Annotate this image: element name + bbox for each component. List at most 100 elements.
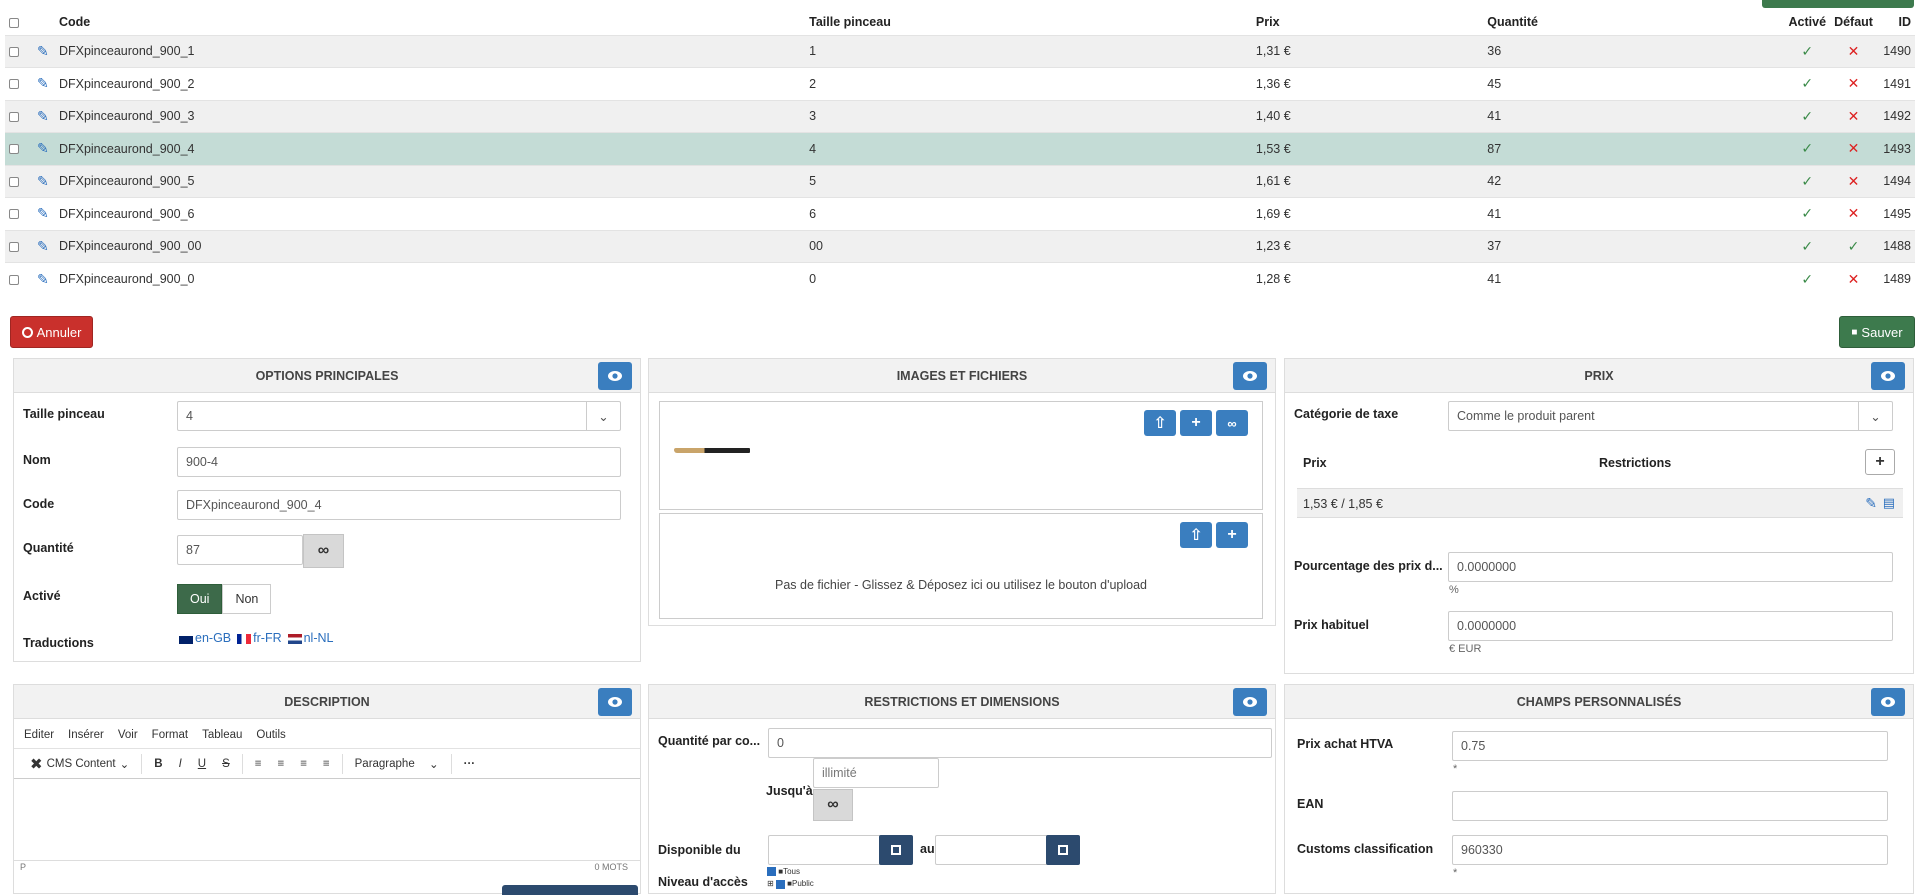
underline-button[interactable]: U [190,749,214,778]
edit-pencil-icon[interactable]: ✎ [37,43,49,59]
translation-nl[interactable]: nl-NL [287,630,333,645]
translation-fr[interactable]: fr-FR [237,630,282,645]
col-defaut[interactable]: Défaut [1830,10,1877,35]
qte-input[interactable]: 0 [768,728,1272,758]
active-check-icon[interactable]: ✓ [1801,108,1813,124]
col-id[interactable]: ID [1877,10,1915,35]
editor-body[interactable] [14,780,640,860]
not-default-x-icon[interactable]: ✕ [1848,271,1860,287]
edit-pencil-icon[interactable]: ✎ [37,140,49,156]
not-default-x-icon[interactable]: ✕ [1848,205,1860,221]
delete-price-icon[interactable]: ▤ [1883,495,1895,511]
paragraph-dropdown[interactable]: Paragraphe ⌄ [347,749,447,778]
toggle-editor-button[interactable] [502,885,638,895]
ean-input[interactable] [1452,791,1888,821]
row-checkbox[interactable] [9,144,19,155]
align-justify-icon[interactable]: ≡ [315,749,338,778]
edit-pencil-icon[interactable]: ✎ [37,205,49,221]
brush-thumbnail[interactable] [674,448,750,453]
col-active[interactable]: Activé [1785,10,1831,35]
table-row[interactable]: ✎ DFXpinceaurond_900_5 5 1,61 €42 ✓ ✕ 1494 [5,164,1915,198]
edit-pencil-icon[interactable]: ✎ [37,108,49,124]
sauver-button[interactable]: ■ Sauver [1839,316,1915,348]
jusqua-infinity-button[interactable]: ∞ [813,789,853,821]
non-button[interactable]: Non [222,584,272,614]
pct-input[interactable]: 0.0000000 [1448,552,1893,582]
menu-format[interactable]: Format [152,729,188,741]
menu-voir[interactable]: Voir [118,729,138,741]
table-row[interactable]: ✎ DFXpinceaurond_900_6 6 1,69 €41 ✓ ✕ 1495 [5,197,1915,230]
more-icon[interactable]: ··· [456,749,484,778]
habituel-input[interactable]: 0.0000000 [1448,611,1893,641]
dispo-to-input[interactable] [935,835,1049,865]
calendar-from-button[interactable] [879,835,913,865]
infinity-button[interactable]: ∞ [303,534,344,568]
tree-item-public[interactable]: ⊞ ■Public [767,879,814,889]
menu-editer[interactable]: Editer [24,729,54,741]
edit-pencil-icon[interactable]: ✎ [37,271,49,287]
not-default-x-icon[interactable]: ✕ [1848,140,1860,156]
edit-pencil-icon[interactable]: ✎ [37,238,49,254]
upload-file-button[interactable]: ⇧ [1180,522,1212,548]
restrictions-eye-button[interactable] [1233,688,1267,716]
bold-button[interactable]: B [146,749,170,778]
add-file-button[interactable]: + [1216,522,1248,548]
customs-input[interactable]: 960330 [1452,835,1888,865]
description-eye-button[interactable] [598,688,632,716]
annuler-button[interactable]: Annuler [10,316,93,348]
col-taille[interactable]: Taille pinceau [805,10,1252,35]
tax-select[interactable]: Comme le produit parent ⌄ [1448,401,1893,431]
row-checkbox[interactable] [9,176,19,187]
taille-select[interactable]: 4 ⌄ [177,401,621,431]
options-eye-button[interactable] [598,362,632,390]
row-checkbox[interactable] [9,111,19,122]
active-check-icon[interactable]: ✓ [1801,75,1813,91]
not-default-x-icon[interactable]: ✕ [1848,43,1860,59]
jusqua-input[interactable]: illimité [813,758,939,788]
col-prix[interactable]: Prix [1252,10,1483,35]
oui-button[interactable]: Oui [177,584,223,614]
row-checkbox[interactable] [9,241,19,252]
row-checkbox[interactable] [9,46,19,57]
table-row[interactable]: ✎ DFXpinceaurond_900_1 1 1,31 €36 ✓ ✕ 1490 [5,34,1915,68]
files-dropzone[interactable]: ⇧ + Pas de fichier - Glissez & Déposez i… [659,513,1263,619]
active-check-icon[interactable]: ✓ [1801,205,1813,221]
add-image-button[interactable]: + [1180,410,1212,436]
active-check-icon[interactable]: ✓ [1801,173,1813,189]
code-input[interactable]: DFXpinceaurond_900_4 [177,490,621,520]
row-checkbox[interactable] [9,274,19,285]
align-left-icon[interactable]: ≡ [247,749,270,778]
strikethrough-button[interactable]: S [214,749,238,778]
images-dropzone[interactable]: ⇧ + ∞ [659,401,1263,510]
translation-en[interactable]: en-GB [179,630,231,645]
champs-eye-button[interactable] [1871,688,1905,716]
dispo-from-input[interactable] [768,835,882,865]
edit-price-icon[interactable]: ✎ [1865,495,1877,512]
row-checkbox[interactable] [9,209,19,220]
italic-button[interactable]: I [171,749,190,778]
upload-image-button[interactable]: ⇧ [1144,410,1176,436]
not-default-x-icon[interactable]: ✕ [1848,75,1860,91]
nom-input[interactable]: 900-4 [177,447,621,477]
align-right-icon[interactable]: ≡ [292,749,315,778]
col-quantite[interactable]: Quantité [1483,10,1784,35]
prix-achat-input[interactable]: 0.75 [1452,731,1888,761]
calendar-to-button[interactable] [1046,835,1080,865]
not-default-x-icon[interactable]: ✕ [1848,108,1860,124]
active-check-icon[interactable]: ✓ [1801,140,1813,156]
menu-inserer[interactable]: Insérer [68,729,104,741]
tree-item-tous[interactable]: ■Tous [767,867,814,877]
edit-pencil-icon[interactable]: ✎ [37,75,49,91]
images-eye-button[interactable] [1233,362,1267,390]
active-check-icon[interactable]: ✓ [1801,271,1813,287]
menu-outils[interactable]: Outils [256,729,285,741]
add-price-button[interactable]: + [1865,449,1895,475]
not-default-x-icon[interactable]: ✕ [1848,173,1860,189]
edit-pencil-icon[interactable]: ✎ [37,173,49,189]
table-row[interactable]: ✎ DFXpinceaurond_900_4 4 1,53 €87 ✓ ✕ 1493 [5,132,1915,165]
cms-content-dropdown[interactable]: ✖ CMS Content ⌄ [22,749,137,778]
align-center-icon[interactable]: ≡ [269,749,292,778]
row-checkbox[interactable] [9,79,19,90]
link-image-button[interactable]: ∞ [1216,410,1248,436]
table-row[interactable]: ✎ DFXpinceaurond_900_0 0 1,28 €41 ✓ ✕ 1489 [5,262,1915,295]
